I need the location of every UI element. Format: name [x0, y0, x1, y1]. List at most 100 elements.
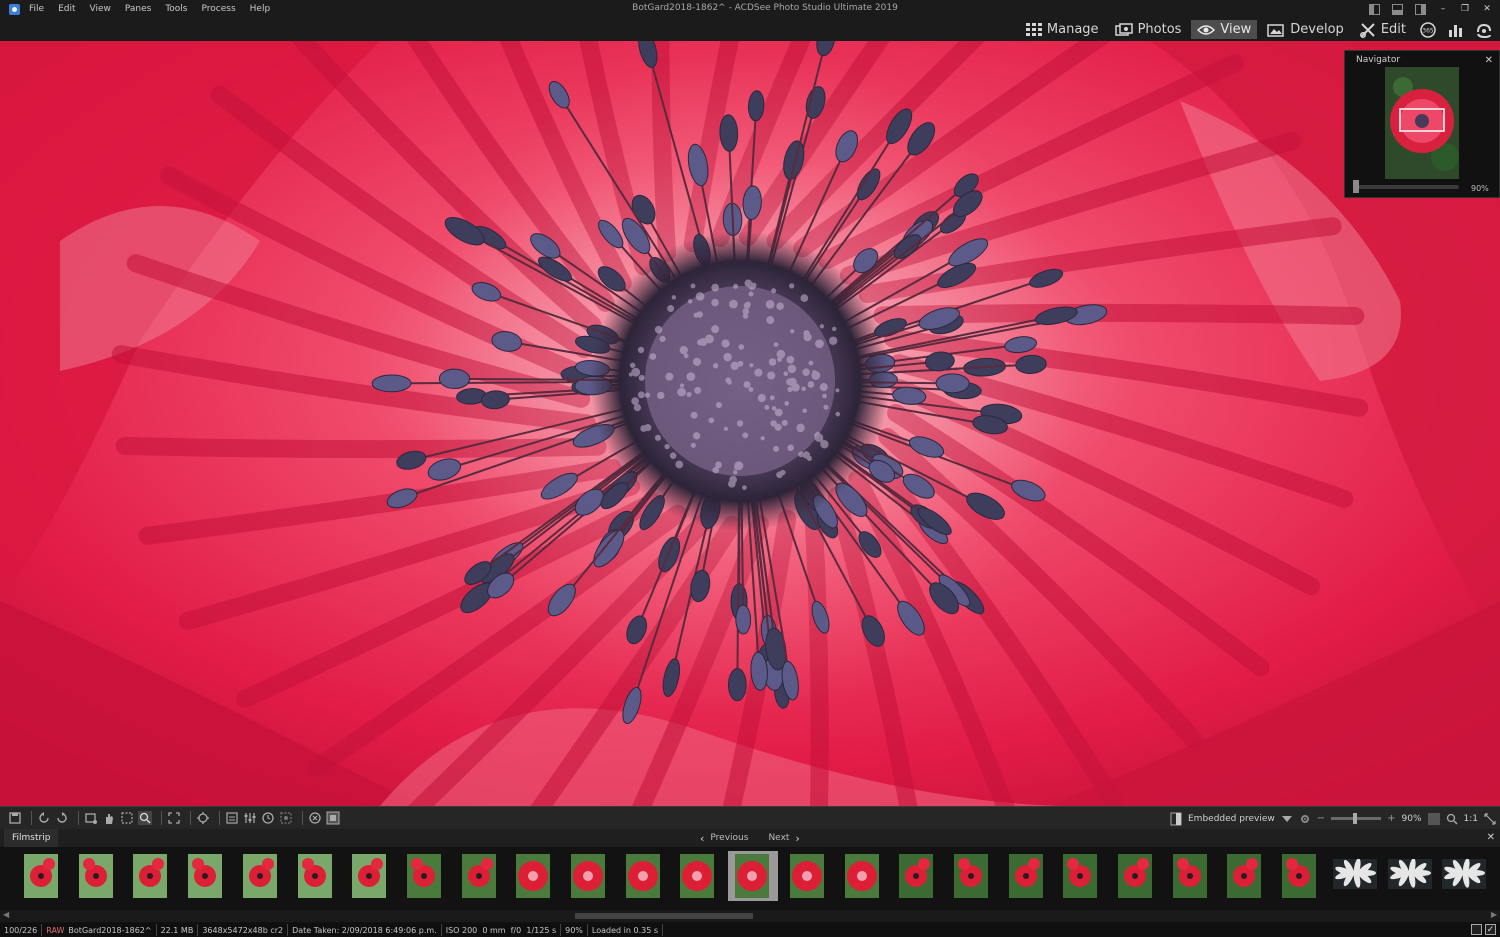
- chevron-right-icon[interactable]: ›: [795, 832, 799, 845]
- preview-mode-label[interactable]: Embedded preview: [1188, 814, 1275, 824]
- filmstrip-thumbnail[interactable]: [455, 851, 505, 901]
- scroll-right-arrow-icon[interactable]: ▶: [1491, 910, 1497, 919]
- filmstrip-thumbnail[interactable]: [892, 851, 942, 901]
- filmstrip-close-icon[interactable]: ✕: [1487, 832, 1495, 843]
- dashboard-button[interactable]: [1444, 20, 1468, 39]
- zoom-value[interactable]: 90%: [1402, 814, 1422, 824]
- chevron-down-icon[interactable]: [1281, 814, 1293, 824]
- bottom-pane-toggle-icon[interactable]: [1392, 4, 1403, 15]
- pollen-dot: [812, 370, 816, 374]
- navigator-zoom-slider[interactable]: [1355, 185, 1459, 189]
- info-palette-icon[interactable]: [225, 811, 239, 825]
- filmstrip-thumbnail[interactable]: [72, 851, 122, 901]
- filmstrip-thumbnail[interactable]: [181, 851, 231, 901]
- filmstrip-thumbnail[interactable]: [1220, 851, 1270, 901]
- menu-tools[interactable]: Tools: [165, 4, 187, 14]
- filmstrip-thumbnail[interactable]: [838, 851, 888, 901]
- filmstrip-thumbnail[interactable]: [1330, 851, 1380, 901]
- chevron-left-icon[interactable]: ‹: [700, 832, 704, 845]
- next-button[interactable]: Next: [768, 833, 789, 843]
- actual-size-button[interactable]: 1:1: [1464, 814, 1478, 824]
- left-pane-toggle-icon[interactable]: [1369, 4, 1380, 15]
- filmstrip-scroll-thumb[interactable]: [575, 913, 753, 919]
- image-viewer[interactable]: Navigator ✕ 90%: [0, 41, 1500, 806]
- overlay-menu-icon[interactable]: [326, 811, 340, 825]
- online-button[interactable]: [1472, 20, 1496, 39]
- magnifier-icon[interactable]: [1446, 813, 1458, 825]
- mode-view-button[interactable]: View: [1191, 20, 1257, 39]
- zoom-out-icon[interactable]: −: [1317, 813, 1325, 824]
- filmstrip-thumbnail[interactable]: [1439, 851, 1489, 901]
- filmstrip-thumbnail[interactable]: [1166, 851, 1216, 901]
- mode-edit-button[interactable]: Edit: [1354, 20, 1412, 39]
- status-file: RAW BotGard2018-1862^: [42, 924, 156, 936]
- filmstrip-thumbnail[interactable]: [126, 851, 176, 901]
- filmstrip-thumbnail[interactable]: [236, 851, 286, 901]
- filmstrip-thumbnail[interactable]: [564, 851, 614, 901]
- filmstrip-scrollbar[interactable]: ◀ ▶: [0, 910, 1500, 922]
- pollen-dot: [715, 462, 722, 469]
- previous-button[interactable]: Previous: [710, 833, 748, 843]
- filmstrip-thumbnail[interactable]: [1002, 851, 1052, 901]
- rotate-right-icon[interactable]: [55, 811, 69, 825]
- zoom-dropdown-button[interactable]: [1428, 813, 1440, 825]
- scroll-left-arrow-icon[interactable]: ◀: [3, 910, 9, 919]
- face-detect-icon[interactable]: [279, 811, 293, 825]
- split-view-icon[interactable]: [1170, 812, 1182, 826]
- filmstrip-thumbnail[interactable]: [1056, 851, 1106, 901]
- filmstrip-thumbnail[interactable]: [947, 851, 997, 901]
- fit-to-window-icon[interactable]: [1484, 813, 1496, 825]
- pollen-dot: [713, 363, 718, 368]
- mode-photos-button[interactable]: Photos: [1109, 20, 1188, 39]
- settings-gear-icon[interactable]: [1299, 813, 1311, 825]
- crop-icon[interactable]: [84, 811, 98, 825]
- menu-edit[interactable]: Edit: [58, 4, 75, 14]
- filmstrip-thumbnail[interactable]: [17, 851, 67, 901]
- filmstrip-thumbnail[interactable]: [619, 851, 669, 901]
- menu-view[interactable]: View: [90, 4, 111, 14]
- filmstrip-thumbnail[interactable]: [291, 851, 341, 901]
- accept-checkbox[interactable]: [1485, 924, 1496, 935]
- filmstrip-thumbnail[interactable]: [1275, 851, 1325, 901]
- filmstrip-thumbnail[interactable]: [673, 851, 723, 901]
- navigator-zoom-knob[interactable]: [1353, 180, 1359, 193]
- right-pane-toggle-icon[interactable]: [1415, 4, 1426, 15]
- full-screen-icon[interactable]: [167, 811, 181, 825]
- 365-button[interactable]: 365: [1416, 20, 1440, 39]
- navigator-thumbnail[interactable]: [1385, 67, 1459, 179]
- menu-process[interactable]: Process: [202, 4, 236, 14]
- menu-file[interactable]: File: [29, 4, 44, 14]
- tag-checkbox[interactable]: [1471, 924, 1482, 935]
- zoom-slider[interactable]: [1331, 817, 1381, 820]
- zoom-tool-icon[interactable]: [138, 811, 152, 825]
- menu-help[interactable]: Help: [250, 4, 271, 14]
- filmstrip-thumbnail[interactable]: [400, 851, 450, 901]
- app-icon[interactable]: [9, 4, 20, 15]
- minimize-button[interactable]: –: [1438, 4, 1448, 14]
- hand-tool-icon[interactable]: [102, 811, 116, 825]
- filmstrip-thumbnail[interactable]: [783, 851, 833, 901]
- filmstrip-tab[interactable]: Filmstrip: [4, 829, 58, 847]
- close-button[interactable]: ✕: [1482, 4, 1492, 14]
- restore-button[interactable]: ❐: [1460, 4, 1470, 14]
- mode-manage-button[interactable]: Manage: [1020, 20, 1105, 39]
- navigator-close-icon[interactable]: ✕: [1485, 55, 1493, 66]
- clock-icon[interactable]: [261, 811, 275, 825]
- menu-panes[interactable]: Panes: [125, 4, 151, 14]
- auto-lens-icon[interactable]: [196, 811, 210, 825]
- mode-develop-button[interactable]: Develop: [1261, 20, 1350, 39]
- zoom-in-icon[interactable]: +: [1387, 813, 1395, 824]
- select-tool-icon[interactable]: [120, 811, 134, 825]
- adjust-sliders-icon[interactable]: [243, 811, 257, 825]
- compare-icon[interactable]: [308, 811, 322, 825]
- viewer-toolbar-right: Embedded preview − + 90% 1:1: [1170, 807, 1496, 830]
- filmstrip-thumbnail[interactable]: [1111, 851, 1161, 901]
- filmstrip-thumbnail[interactable]: [345, 851, 395, 901]
- filmstrip-thumbnail[interactable]: [728, 851, 778, 901]
- status-filename: BotGard2018-1862^: [68, 926, 151, 935]
- filmstrip-thumbnail[interactable]: [1385, 851, 1435, 901]
- filmstrip-thumbnail[interactable]: [509, 851, 559, 901]
- save-icon[interactable]: [8, 811, 22, 825]
- pollen-dot: [744, 302, 751, 309]
- rotate-left-icon[interactable]: [37, 811, 51, 825]
